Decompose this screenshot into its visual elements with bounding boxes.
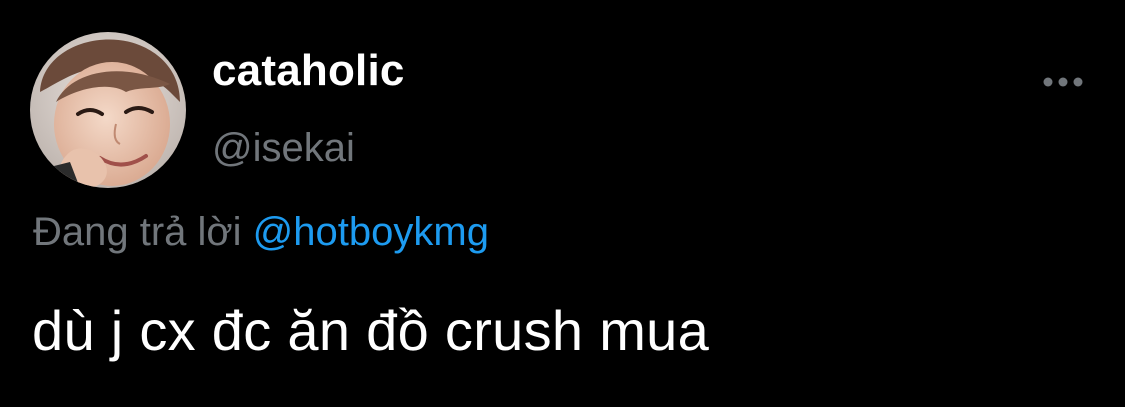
replying-to-mention-link[interactable]: @hotboykmg	[253, 210, 489, 254]
avatar[interactable]	[30, 32, 186, 188]
more-horizontal-icon	[1043, 77, 1083, 87]
tweet: cataholic @isekai Đang trả lời @hotboykm…	[0, 0, 1125, 407]
tweet-text: dù j cx đc ăn đồ crush mua	[32, 299, 710, 362]
replying-to-label: Đang trả lời	[33, 210, 242, 254]
replying-to-line: Đang trả lời @hotboykmg	[33, 210, 489, 255]
author-handle[interactable]: @isekai	[212, 126, 355, 171]
more-options-button[interactable]	[1036, 62, 1090, 102]
avatar-photo	[30, 32, 186, 188]
author-display-name[interactable]: cataholic	[212, 46, 405, 96]
